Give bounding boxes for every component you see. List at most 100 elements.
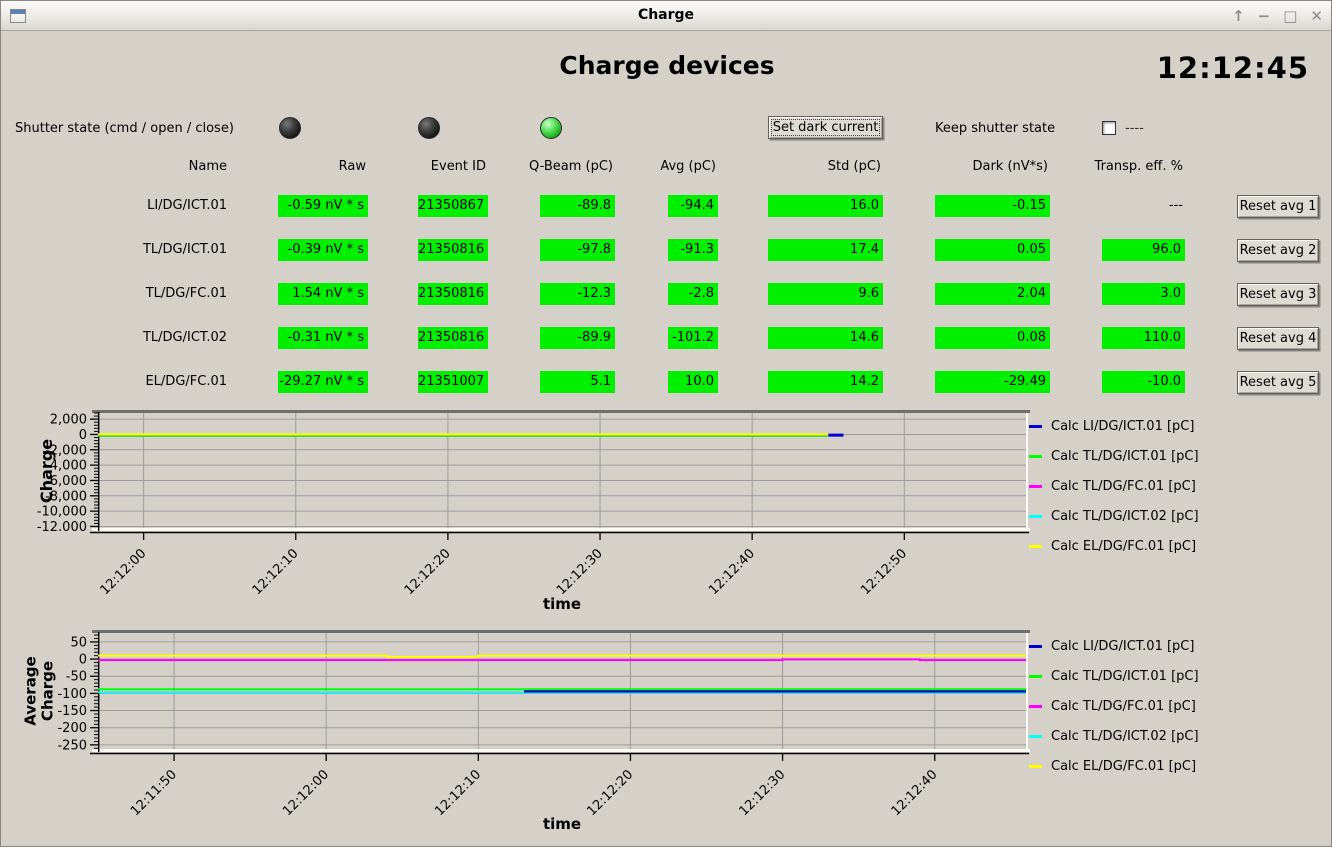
- window-controls: ↑ − □ ✕: [1232, 1, 1323, 31]
- legend-label: Calc TL/DG/ICT.01 [pC]: [1051, 669, 1199, 684]
- close-button[interactable]: ✕: [1310, 9, 1323, 24]
- legend-item: Calc TL/DG/ICT.02 [pC]: [1029, 501, 1329, 531]
- x-tick-label: 12:12:00: [280, 767, 332, 819]
- legend-item: Calc TL/DG/FC.01 [pC]: [1029, 471, 1329, 501]
- keep-shutter-state-label: Keep shutter state: [935, 121, 1055, 136]
- legend-color-marker: [1029, 485, 1042, 488]
- q-beam-value: -97.8: [540, 239, 615, 261]
- transp-value: 96.0: [1102, 239, 1185, 261]
- y-tick-label: -50: [66, 670, 87, 685]
- x-tick-label: 12:12:20: [584, 767, 636, 819]
- reset-avg-5-button[interactable]: Reset avg 5: [1237, 371, 1319, 394]
- series-group: [98, 656, 1026, 693]
- x-tick-label: 12:12:20: [402, 546, 454, 598]
- plot-bevel-bottom: [92, 528, 1030, 531]
- legend-item: Calc TL/DG/ICT.02 [pC]: [1029, 721, 1329, 751]
- y-tick-label: -200: [57, 721, 87, 736]
- reset-avg-3-button[interactable]: Reset avg 3: [1237, 283, 1319, 306]
- y-tick-label: 50: [70, 635, 87, 650]
- app-window: Charge ↑ − □ ✕ Charge devices 12:12:45 S…: [0, 0, 1332, 847]
- gridlines: [98, 413, 1026, 528]
- axes: 2,0000-2,000-4,000-6,000-8,000-10,000-12…: [37, 412, 1029, 598]
- page-title: Charge devices: [401, 51, 933, 80]
- avg-value: -2.8: [668, 283, 718, 305]
- legend-color-marker: [1029, 545, 1042, 548]
- legend-label: Calc EL/DG/FC.01 [pC]: [1051, 759, 1196, 774]
- window-title: Charge: [1, 1, 1331, 31]
- maximize-button[interactable]: □: [1283, 9, 1297, 24]
- charge-chart: 2,0000-2,000-4,000-6,000-8,000-10,000-12…: [1, 406, 1041, 601]
- x-tick-label: 12:12:10: [432, 767, 484, 819]
- title-bar: Charge ↑ − □ ✕: [1, 1, 1331, 31]
- legend-item: Calc LI/DG/ICT.01 [pC]: [1029, 411, 1329, 441]
- set-dark-current-button[interactable]: Set dark current: [768, 116, 883, 139]
- column-header-event_id: Event ID: [431, 159, 486, 175]
- legend-color-marker: [1029, 735, 1042, 738]
- legend-item: Calc TL/DG/ICT.01 [pC]: [1029, 441, 1329, 471]
- raw-value: -29.27 nV * s: [278, 371, 368, 393]
- legend-label: Calc TL/DG/ICT.01 [pC]: [1051, 449, 1199, 464]
- std-value: 16.0: [768, 195, 883, 217]
- legend-item: Calc EL/DG/FC.01 [pC]: [1029, 751, 1329, 781]
- plot-bevel-right: [1026, 633, 1028, 749]
- average-charge-chart-legend: Calc LI/DG/ICT.01 [pC] Calc TL/DG/ICT.01 …: [1029, 631, 1329, 781]
- column-header-avg: Avg (pC): [660, 159, 716, 175]
- y-tick-label: 0: [79, 428, 87, 443]
- reset-avg-4-button[interactable]: Reset avg 4: [1237, 327, 1319, 350]
- average-charge-chart: 500-50-100-150-200-25012:11:5012:12:0012…: [1, 626, 1041, 821]
- dark-value: 2.04: [935, 283, 1050, 305]
- device-name: TL/DG/ICT.02: [143, 327, 227, 349]
- device-name: EL/DG/FC.01: [145, 371, 227, 393]
- y-tick-label: 2,000: [50, 413, 87, 428]
- plot-bevel-top: [92, 410, 1030, 413]
- transp-value: ---: [1169, 195, 1183, 217]
- reset-avg-2-button[interactable]: Reset avg 2: [1237, 239, 1319, 262]
- avg-value: -94.4: [668, 195, 718, 217]
- legend-color-marker: [1029, 765, 1042, 768]
- column-header-std: Std (pC): [828, 159, 881, 175]
- event-id-value: 21350816: [418, 239, 488, 261]
- x-tick-label: 12:12:40: [889, 767, 941, 819]
- event-id-value: 21351007: [418, 371, 488, 393]
- clock: 12:12:45: [1157, 51, 1309, 85]
- y-tick-label: -10,000: [37, 505, 87, 520]
- device-name: LI/DG/ICT.01: [147, 195, 227, 217]
- legend-color-marker: [1029, 515, 1042, 518]
- shade-button[interactable]: ↑: [1232, 9, 1245, 24]
- legend-item: Calc EL/DG/FC.01 [pC]: [1029, 531, 1329, 561]
- q-beam-value: 5.1: [540, 371, 615, 393]
- dark-value: -29.49: [935, 371, 1050, 393]
- dark-value: 0.05: [935, 239, 1050, 261]
- q-beam-value: -89.8: [540, 195, 615, 217]
- legend-item: Calc LI/DG/ICT.01 [pC]: [1029, 631, 1329, 661]
- q-beam-value: -12.3: [540, 283, 615, 305]
- x-tick-label: 12:12:50: [858, 546, 910, 598]
- average-charge-chart-xlabel: time: [462, 815, 662, 833]
- minimize-button[interactable]: −: [1258, 9, 1271, 24]
- std-value: 9.6: [768, 283, 883, 305]
- legend-color-marker: [1029, 455, 1042, 458]
- column-header-dark: Dark (nV*s): [972, 159, 1048, 175]
- legend-label: Calc TL/DG/FC.01 [pC]: [1051, 479, 1196, 494]
- x-tick-label: 12:12:40: [706, 546, 758, 598]
- event-id-value: 21350867: [418, 195, 488, 217]
- std-value: 14.2: [768, 371, 883, 393]
- x-tick-label: 12:12:10: [250, 546, 302, 598]
- transp-value: 3.0: [1102, 283, 1185, 305]
- x-tick-label: 12:12:30: [554, 546, 606, 598]
- raw-value: -0.31 nV * s: [278, 327, 368, 349]
- reset-avg-1-button[interactable]: Reset avg 1: [1237, 195, 1319, 218]
- keep-shutter-checkbox[interactable]: [1102, 121, 1116, 135]
- series-line: [98, 656, 1026, 657]
- event-id-value: 21350816: [418, 283, 488, 305]
- y-tick-label: -4,000: [45, 459, 87, 474]
- y-tick-label: -12.000: [37, 520, 87, 535]
- avg-value: -101.2: [668, 327, 718, 349]
- y-tick-label: -2,000: [45, 443, 87, 458]
- y-tick-label: -250: [57, 738, 87, 753]
- legend-label: Calc EL/DG/FC.01 [pC]: [1051, 539, 1196, 554]
- x-tick-label: 12:12:00: [98, 546, 150, 598]
- raw-value: -0.59 nV * s: [278, 195, 368, 217]
- std-value: 14.6: [768, 327, 883, 349]
- avg-value: -91.3: [668, 239, 718, 261]
